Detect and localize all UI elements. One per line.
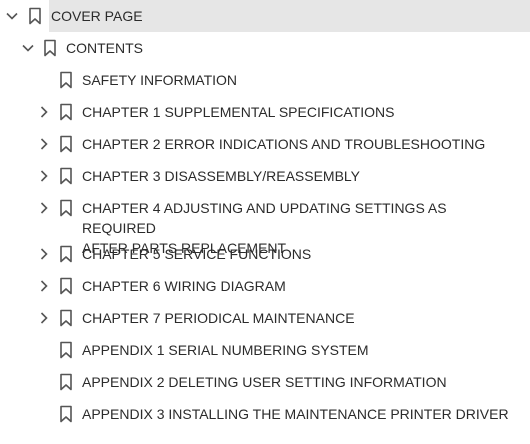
bookmark-label: CHAPTER 6 WIRING DIAGRAM bbox=[82, 278, 286, 294]
bookmark-icon bbox=[59, 277, 73, 295]
bookmark-item-chapter-6[interactable]: CHAPTER 6 WIRING DIAGRAM bbox=[0, 270, 530, 302]
bookmark-icon bbox=[59, 245, 73, 263]
bookmark-icon bbox=[59, 135, 73, 153]
bookmark-item-chapter-1[interactable]: CHAPTER 1 SUPPLEMENTAL SPECIFICATIONS bbox=[0, 96, 530, 128]
chevron-right-icon[interactable] bbox=[36, 278, 52, 294]
bookmark-icon bbox=[43, 39, 57, 57]
bookmark-item-safety-information[interactable]: SAFETY INFORMATION bbox=[0, 64, 530, 96]
chevron-down-icon[interactable] bbox=[4, 8, 20, 24]
chevron-right-icon[interactable] bbox=[36, 104, 52, 120]
bookmark-item-contents[interactable]: CONTENTS bbox=[0, 32, 530, 64]
bookmark-item-chapter-3[interactable]: CHAPTER 3 DISASSEMBLY/REASSEMBLY bbox=[0, 160, 530, 192]
bookmark-icon bbox=[59, 167, 73, 185]
bookmark-item-chapter-5[interactable]: CHAPTER 5 SERVICE FUNCTIONS bbox=[0, 238, 530, 270]
bookmark-icon bbox=[59, 71, 73, 89]
bookmark-item-chapter-2[interactable]: CHAPTER 2 ERROR INDICATIONS AND TROUBLES… bbox=[0, 128, 530, 160]
bookmark-label: COVER PAGE bbox=[51, 8, 143, 24]
bookmark-icon bbox=[59, 309, 73, 327]
bookmark-item-appendix-3[interactable]: APPENDIX 3 INSTALLING THE MAINTENANCE PR… bbox=[0, 398, 530, 430]
bookmark-label: CHAPTER 5 SERVICE FUNCTIONS bbox=[82, 246, 312, 262]
chevron-right-icon[interactable] bbox=[36, 168, 52, 184]
bookmark-icon bbox=[28, 7, 42, 25]
bookmark-item-appendix-2[interactable]: APPENDIX 2 DELETING USER SETTING INFORMA… bbox=[0, 366, 530, 398]
bookmark-icon bbox=[59, 405, 73, 423]
bookmark-label: SAFETY INFORMATION bbox=[82, 72, 238, 88]
chevron-right-icon[interactable] bbox=[36, 136, 52, 152]
chevron-down-icon[interactable] bbox=[20, 40, 36, 56]
bookmark-item-cover-page[interactable]: COVER PAGE bbox=[0, 0, 530, 32]
bookmark-icon bbox=[59, 199, 73, 217]
bookmark-label: CHAPTER 2 ERROR INDICATIONS AND TROUBLES… bbox=[82, 136, 486, 152]
bookmark-label: CHAPTER 3 DISASSEMBLY/REASSEMBLY bbox=[82, 168, 361, 184]
bookmark-label: APPENDIX 1 SERIAL NUMBERING SYSTEM bbox=[82, 342, 369, 358]
bookmark-item-chapter-7[interactable]: CHAPTER 7 PERIODICAL MAINTENANCE bbox=[0, 302, 530, 334]
bookmark-item-chapter-4[interactable]: CHAPTER 4 ADJUSTING AND UPDATING SETTING… bbox=[0, 192, 530, 256]
bookmark-icon bbox=[59, 373, 73, 391]
chevron-right-icon[interactable] bbox=[36, 310, 52, 326]
bookmark-item-appendix-1[interactable]: APPENDIX 1 SERIAL NUMBERING SYSTEM bbox=[0, 334, 530, 366]
bookmark-icon bbox=[59, 103, 73, 121]
chevron-right-icon[interactable] bbox=[36, 246, 52, 262]
bookmark-label: CHAPTER 1 SUPPLEMENTAL SPECIFICATIONS bbox=[82, 104, 395, 120]
chevron-right-icon[interactable] bbox=[36, 200, 52, 216]
bookmarks-panel: COVER PAGE CONTENTS SAFETY INFORMATION C… bbox=[0, 0, 530, 444]
bookmark-label: APPENDIX 3 INSTALLING THE MAINTENANCE PR… bbox=[82, 406, 509, 422]
bookmark-label-line-1: CHAPTER 4 ADJUSTING AND UPDATING SETTING… bbox=[82, 200, 447, 236]
bookmark-label: CONTENTS bbox=[66, 40, 143, 56]
bookmark-label: APPENDIX 2 DELETING USER SETTING INFORMA… bbox=[82, 374, 447, 390]
bookmark-label: CHAPTER 7 PERIODICAL MAINTENANCE bbox=[82, 310, 355, 326]
bookmark-icon bbox=[59, 341, 73, 359]
